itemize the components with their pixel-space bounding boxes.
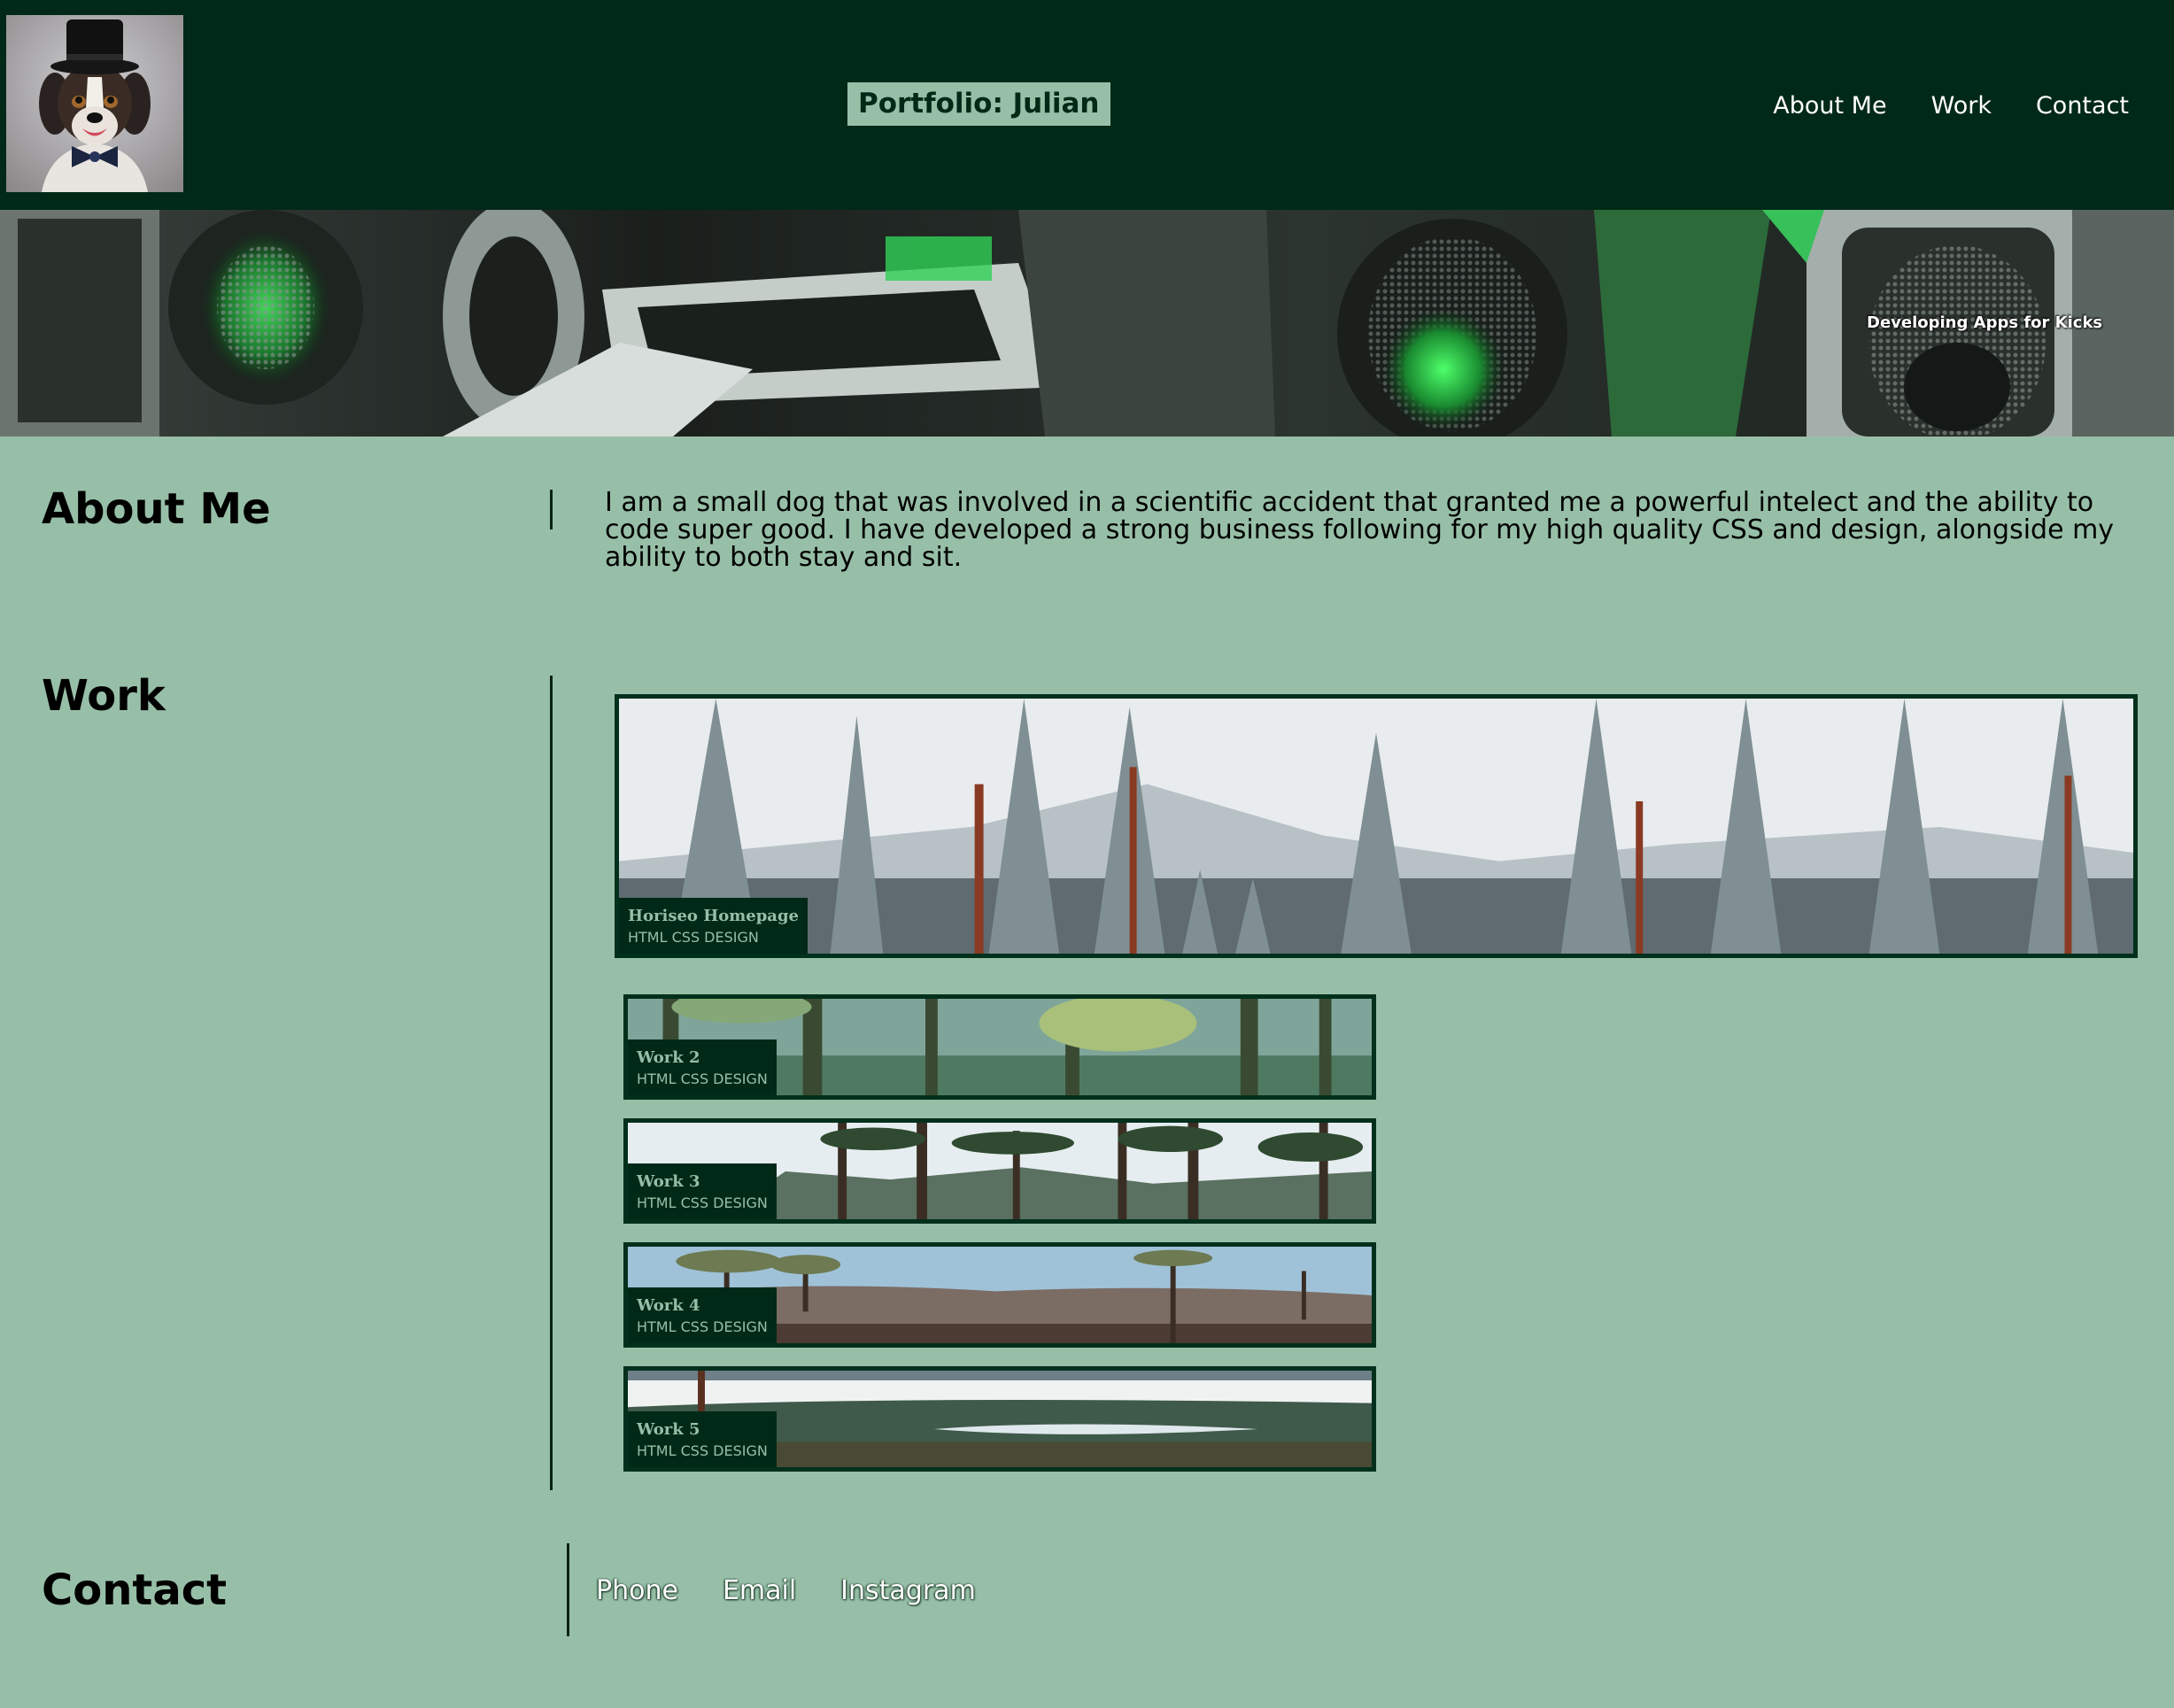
work-card-subtitle: HTML CSS DESIGN [637,1442,768,1459]
contact-link-email[interactable]: Email [723,1573,796,1609]
nav-link-about-me[interactable]: About Me [1773,90,1886,122]
main-nav: About Me Work Contact [1773,90,2129,122]
site-brand-title: Portfolio: Julian [847,82,1110,126]
work-divider [550,676,553,1490]
contact-link-instagram[interactable]: Instagram [840,1573,976,1609]
work-card-caption: Work 2 HTML CSS DESIGN [628,1039,777,1095]
work-thumbnail-snowy-forest [619,699,2133,954]
avatar [6,15,183,192]
work-card-caption: Horiseo Homepage HTML CSS DESIGN [619,898,808,954]
work-card-title: Work 3 [637,1172,700,1191]
work-card-4[interactable]: Work 4 HTML CSS DESIGN [623,1242,1376,1348]
work-card-caption: Work 3 HTML CSS DESIGN [628,1163,777,1219]
contact-divider [567,1543,569,1636]
work-card-featured[interactable]: Horiseo Homepage HTML CSS DESIGN [615,694,2138,958]
work-heading: Work [42,671,166,721]
work-card-subtitle: HTML CSS DESIGN [637,1070,768,1087]
nav-link-work[interactable]: Work [1931,90,1992,122]
nav-link-contact[interactable]: Contact [2036,90,2129,122]
work-card-5[interactable]: Work 5 HTML CSS DESIGN [623,1366,1376,1472]
work-card-subtitle: HTML CSS DESIGN [637,1318,768,1335]
hero-tagline: Developing Apps for Kicks [1867,313,2103,332]
hero-speakers-image [0,210,2174,437]
work-card-title: Work 2 [637,1048,700,1067]
work-card-title: Work 4 [637,1296,700,1315]
work-card-subtitle: HTML CSS DESIGN [628,929,759,946]
work-card-3[interactable]: Work 3 HTML CSS DESIGN [623,1118,1376,1224]
work-card-caption: Work 4 HTML CSS DESIGN [628,1287,777,1343]
site-header: Portfolio: Julian About Me Work Contact [0,0,2174,210]
hero-banner: Developing Apps for Kicks [0,210,2174,437]
contact-heading: Contact [42,1565,228,1615]
work-card-title: Horiseo Homepage [628,907,799,925]
contact-link-phone[interactable]: Phone [596,1573,678,1609]
work-card-caption: Work 5 HTML CSS DESIGN [628,1411,777,1467]
about-heading: About Me [42,484,271,534]
work-card-subtitle: HTML CSS DESIGN [637,1194,768,1211]
work-card-2[interactable]: Work 2 HTML CSS DESIGN [623,994,1376,1100]
contact-links: Phone Email Instagram [596,1573,976,1609]
about-text: I am a small dog that was involved in a … [605,487,2115,573]
about-divider [550,490,553,529]
dog-portrait-image [39,19,151,192]
work-card-title: Work 5 [637,1420,700,1439]
